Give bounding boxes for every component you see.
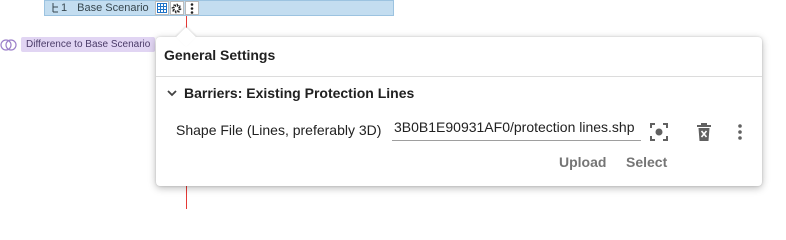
- grid-button[interactable]: [154, 1, 169, 15]
- difference-label: Difference to Base Scenario: [21, 37, 156, 52]
- more-vertical-icon: [190, 2, 193, 14]
- section-title: Barriers: Existing Protection Lines: [184, 85, 415, 101]
- general-settings-popover: General Settings Barriers: Existing Prot…: [156, 27, 762, 186]
- field-more-options-button[interactable]: [729, 121, 751, 143]
- shape-file-label: Shape File (Lines, preferably 3D): [176, 122, 382, 138]
- settings-button[interactable]: [169, 1, 184, 15]
- scenario-bar[interactable]: 1 Base Scenario: [44, 0, 394, 16]
- scenario-index-number: 1: [61, 2, 68, 14]
- section-header-barriers[interactable]: Barriers: Existing Protection Lines: [166, 85, 414, 101]
- scenario-name: Base Scenario: [77, 2, 149, 14]
- trash-icon: [697, 123, 711, 141]
- chevron-down-icon: [167, 90, 177, 97]
- upload-button[interactable]: Upload: [559, 154, 606, 170]
- popover-arrow: [176, 27, 196, 47]
- more-vertical-icon: [738, 124, 742, 140]
- more-options-button[interactable]: [184, 1, 199, 15]
- grid-icon: [156, 3, 167, 13]
- scenario-index: 1: [45, 2, 71, 14]
- gear-icon: [171, 3, 182, 13]
- delete-button[interactable]: [693, 121, 715, 143]
- scenario-bar-track: [201, 1, 393, 15]
- timeline-marker-line-bottom: [186, 186, 187, 209]
- center-focus-icon: [650, 123, 668, 141]
- focus-button[interactable]: [648, 121, 670, 143]
- popover-title: General Settings: [164, 47, 276, 63]
- shape-file-input[interactable]: 3B0B1E90931AF0/protection lines.shp: [392, 119, 641, 141]
- difference-row[interactable]: Difference to Base Scenario: [0, 37, 156, 52]
- divider: [156, 76, 762, 77]
- tree-branch-icon: [52, 3, 58, 13]
- compare-circles-icon: [0, 38, 17, 51]
- select-button[interactable]: Select: [626, 154, 667, 170]
